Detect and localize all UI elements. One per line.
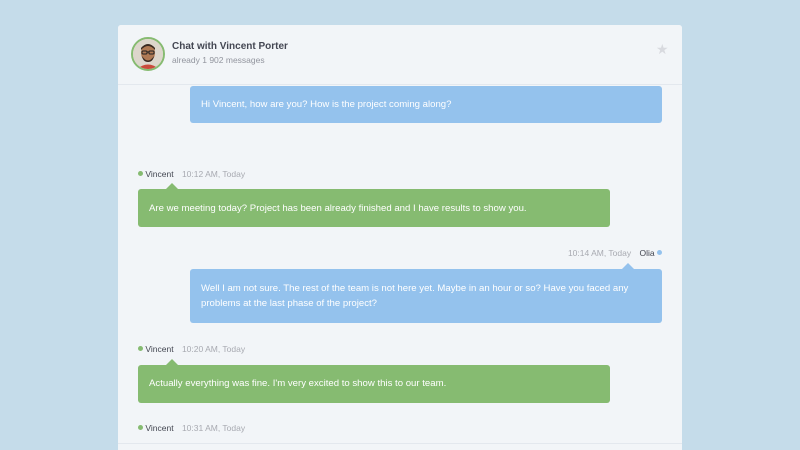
online-dot-icon bbox=[138, 171, 143, 177]
avatar-icon bbox=[133, 39, 163, 69]
online-dot-icon bbox=[138, 425, 143, 431]
message-time: 10:20 AM, Today bbox=[181, 344, 246, 354]
online-dot-icon bbox=[138, 346, 143, 352]
message-time: 10:12 AM, Today bbox=[181, 169, 246, 179]
chat-history: Hi Vincent, how are you? How is the proj… bbox=[118, 85, 682, 450]
avatar bbox=[131, 37, 165, 71]
sender-name: Vincent bbox=[145, 344, 174, 354]
message-time: 10:14 AM, Today bbox=[567, 248, 632, 258]
sender-name: Vincent bbox=[145, 169, 174, 179]
message-text: Actually everything was fine. I'm very e… bbox=[149, 378, 447, 389]
divider bbox=[118, 443, 682, 444]
message-text: Well I am not sure. The rest of the team… bbox=[201, 283, 629, 309]
chat-title: Chat with Vincent Porter bbox=[172, 41, 288, 52]
message-bubble-other: Are we meeting today? Project has been a… bbox=[138, 183, 610, 227]
message-bubble-mine: Hi Vincent, how are you? How is the proj… bbox=[190, 86, 662, 123]
chat-panel: Chat with Vincent Porter already 1 902 m… bbox=[118, 25, 682, 450]
message-meta: 10:14 AM, Today Olia bbox=[568, 248, 662, 258]
message-meta: Vincent 10:12 AM, Today bbox=[138, 169, 245, 179]
me-dot-icon bbox=[657, 250, 662, 256]
sender-name: Olia bbox=[639, 248, 655, 258]
chat-header: Chat with Vincent Porter already 1 902 m… bbox=[118, 25, 682, 85]
message-meta: Vincent 10:20 AM, Today bbox=[138, 344, 245, 354]
star-icon[interactable]: ★ bbox=[656, 42, 670, 56]
message-text: Are we meeting today? Project has been a… bbox=[149, 203, 527, 214]
sender-name: Vincent bbox=[145, 423, 174, 433]
typing-indicator-icon bbox=[138, 446, 171, 450]
message-bubble-mine: Well I am not sure. The rest of the team… bbox=[190, 263, 662, 323]
message-time: 10:31 AM, Today bbox=[181, 423, 246, 433]
message-count: already 1 902 messages bbox=[172, 55, 265, 65]
message-text: Hi Vincent, how are you? How is the proj… bbox=[201, 99, 452, 110]
message-meta: Vincent 10:31 AM, Today bbox=[138, 423, 245, 433]
message-bubble-other: Actually everything was fine. I'm very e… bbox=[138, 359, 610, 403]
